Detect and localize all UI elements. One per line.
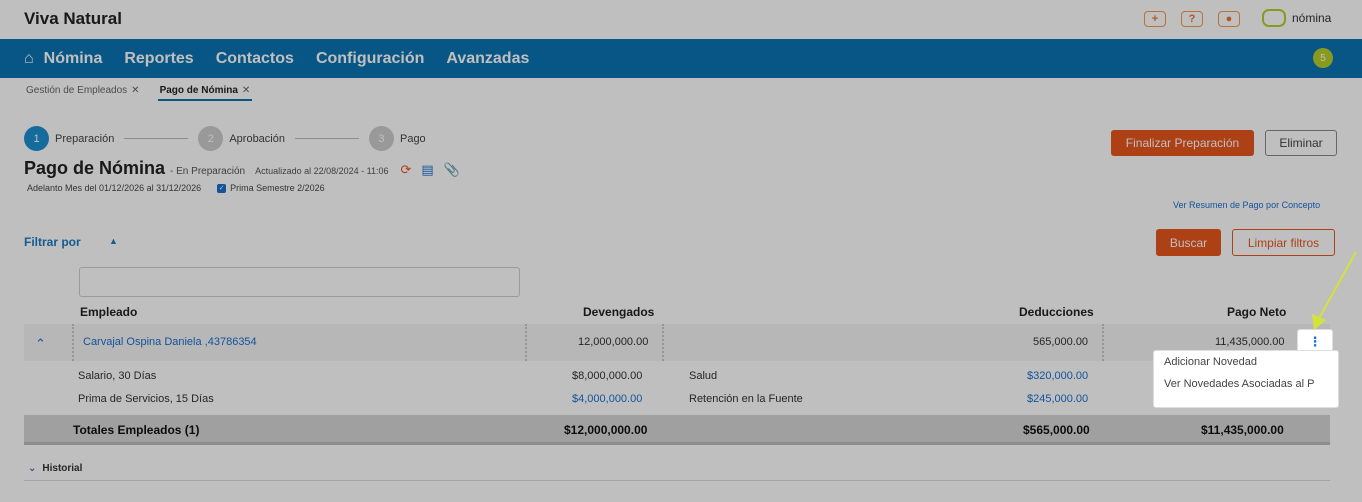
nav-avanzadas[interactable]: Avanzadas xyxy=(446,50,529,68)
home-icon[interactable]: ⌂ xyxy=(24,50,34,68)
earned-item-label: Salario, 30 Días xyxy=(78,370,157,382)
earned-item-value: $8,000,000.00 xyxy=(572,370,643,382)
chevron-up-icon[interactable]: ▲ xyxy=(109,236,118,246)
nav-reportes[interactable]: Reportes xyxy=(124,50,193,68)
deduction-item-value[interactable]: $245,000.00 xyxy=(1027,393,1088,405)
refresh-icon[interactable]: ⟳ xyxy=(401,162,412,178)
top-bar: Viva Natural + ? ● nómina xyxy=(0,0,1362,39)
page-header: Pago de Nómina - En Preparación Actualiz… xyxy=(24,158,460,179)
deduction-item-label: Salud xyxy=(689,370,718,382)
add-icon[interactable]: + xyxy=(1144,11,1166,27)
logo-text: nómina xyxy=(1292,11,1332,25)
employee-deductions: 565,000.00 xyxy=(1033,336,1089,348)
column-earned: Devengados xyxy=(583,305,655,319)
page-title: Pago de Nómina xyxy=(24,158,166,178)
chevron-down-icon: ⌄ xyxy=(28,463,37,474)
employee-earned: 12,000,000.00 xyxy=(578,336,649,348)
totals-earned: $12,000,000.00 xyxy=(564,423,648,437)
nav-nomina[interactable]: Nómina xyxy=(44,50,103,68)
column-divider xyxy=(72,324,74,361)
step-number: 1 xyxy=(24,126,49,151)
summary-link[interactable]: Ver Resumen de Pago por Concepto xyxy=(1173,200,1320,210)
step-label: Preparación xyxy=(55,132,115,145)
comment-icon[interactable]: ▤ xyxy=(421,162,433,178)
earned-item-label: Prima de Servicios, 15 Días xyxy=(78,393,214,405)
totals-deductions: $565,000.00 xyxy=(1023,423,1090,437)
history-toggle[interactable]: ⌄ Historial xyxy=(28,463,82,474)
finalize-button[interactable]: Finalizar Preparación xyxy=(1111,130,1254,156)
divider xyxy=(24,480,1330,481)
employee-net: 11,435,000.00 xyxy=(1215,336,1285,348)
brand-name: Viva Natural xyxy=(24,9,122,28)
history-label: Historial xyxy=(42,463,83,474)
main-nav: ⌂ Nómina Reportes Contactos Configuració… xyxy=(0,39,1362,78)
step-number: 3 xyxy=(368,126,394,151)
nav-contactos[interactable]: Contactos xyxy=(216,50,294,68)
row-actions-menu: Adicionar Novedad Ver Novedades Asociada… xyxy=(1153,350,1339,408)
step-number: 2 xyxy=(198,126,224,151)
column-divider xyxy=(525,324,527,361)
close-icon[interactable]: ✕ xyxy=(131,85,139,96)
menu-item-view-novedades[interactable]: Ver Novedades Asociadas al P xyxy=(1154,373,1338,395)
deduction-item-value[interactable]: $320,000.00 xyxy=(1027,370,1088,382)
nav-configuracion[interactable]: Configuración xyxy=(316,50,424,68)
prima-checkbox[interactable]: ✓ xyxy=(217,183,227,193)
period-text: Adelanto Mes del 01/12/2026 al 31/12/202… xyxy=(27,183,202,193)
column-divider xyxy=(662,324,664,361)
tab-label: Pago de Nómina xyxy=(159,85,238,96)
filter-input[interactable] xyxy=(79,267,520,297)
top-icons: + ? ● xyxy=(1144,11,1240,27)
updated-timestamp: Actualizado al 22/08/2024 - 11:06 xyxy=(255,166,389,176)
step-connector xyxy=(294,138,359,139)
title-actions: ⟳ ▤ 📎 xyxy=(401,162,460,178)
tab-label: Gestión de Empleados xyxy=(26,85,128,96)
totals-label: Totales Empleados (1) xyxy=(73,423,200,437)
column-employee: Empleado xyxy=(80,305,138,319)
totals-net: $11,435,000.00 xyxy=(1201,423,1284,437)
progress-steps: 1 Preparación 2 Aprobación 3 Pago xyxy=(24,126,426,151)
status-text: - En Preparación xyxy=(170,166,246,177)
close-icon[interactable]: ✕ xyxy=(242,85,250,96)
filter-label[interactable]: Filtrar por xyxy=(24,235,81,249)
column-divider xyxy=(1102,324,1104,361)
column-deductions: Deducciones xyxy=(1019,305,1094,319)
tab-pago-nomina[interactable]: Pago de Nómina ✕ xyxy=(157,85,253,101)
product-logo: nómina xyxy=(1262,9,1331,27)
notification-badge[interactable]: 5 xyxy=(1313,48,1333,68)
delete-button[interactable]: Eliminar xyxy=(1265,130,1337,156)
user-icon[interactable]: ● xyxy=(1218,11,1240,27)
tab-gestion-empleados[interactable]: Gestión de Empleados ✕ xyxy=(24,85,142,101)
search-button[interactable]: Buscar xyxy=(1156,229,1221,256)
collapse-row-icon[interactable]: ⌃ xyxy=(35,336,46,352)
earned-item-value[interactable]: $4,000,000.00 xyxy=(572,393,642,405)
step-connector xyxy=(124,138,189,139)
annotation-arrow-icon xyxy=(1312,251,1357,330)
attachment-icon[interactable]: 📎 xyxy=(444,162,460,178)
logo-mark-icon xyxy=(1262,9,1286,27)
step-label: Aprobación xyxy=(229,132,285,145)
help-icon[interactable]: ? xyxy=(1181,11,1203,27)
column-net: Pago Neto xyxy=(1227,305,1287,319)
open-tabs: Gestión de Empleados ✕ Pago de Nómina ✕ xyxy=(24,85,253,101)
employee-name-link[interactable]: Carvajal Ospina Daniela ,43786354 xyxy=(83,336,257,348)
step-label: Pago xyxy=(399,132,426,145)
checkbox-label: Prima Semestre 2/2026 xyxy=(230,183,325,193)
deduction-item-label: Retención en la Fuente xyxy=(689,393,803,405)
totals-row xyxy=(24,415,1330,445)
period-info: Adelanto Mes del 01/12/2026 al 31/12/202… xyxy=(27,183,325,193)
menu-item-add-novedad[interactable]: Adicionar Novedad xyxy=(1154,351,1338,373)
